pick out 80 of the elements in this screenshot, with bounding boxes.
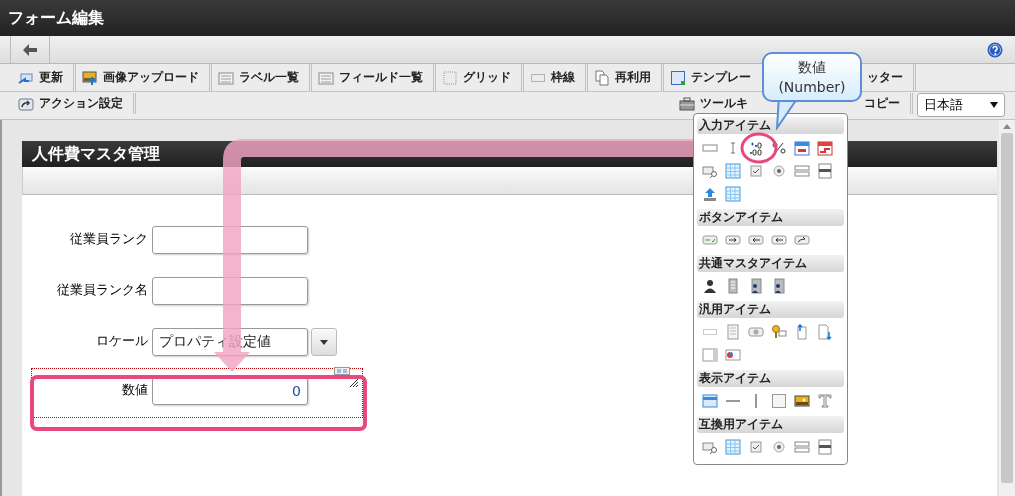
percent-icon <box>771 140 787 156</box>
section-header: 共通マスタアイテム <box>697 255 844 272</box>
selected-field-frame[interactable]: 数値 0 <box>32 369 362 417</box>
magnifier-icon <box>702 439 718 455</box>
key-icon <box>771 324 787 340</box>
building-icon <box>725 278 741 294</box>
section-header: 互換用アイテム <box>697 416 844 433</box>
building-icon <box>748 278 764 294</box>
document-icon <box>725 324 741 340</box>
section-header: ボタンアイテム <box>697 209 844 226</box>
dropdown-arrow-icon <box>320 339 328 345</box>
list-box-icon <box>817 163 833 179</box>
decimal-icon <box>748 140 764 156</box>
section-header: 表示アイテム <box>697 370 844 387</box>
text-tool-icon <box>817 393 833 409</box>
grid-icon <box>442 69 458 86</box>
image-icon <box>794 393 810 409</box>
table-icon <box>725 186 741 202</box>
toolbar-button[interactable]: ツールキ <box>673 93 758 114</box>
left-arrow-icon <box>23 43 37 56</box>
toolbar-button[interactable]: アクション設定 <box>12 93 136 114</box>
list-icon <box>318 69 334 86</box>
left-arrow-button-icon <box>771 232 787 248</box>
callout-text: (Number) <box>778 78 846 97</box>
pie-chart-card-icon <box>725 347 741 363</box>
field-label: 従業員ランク <box>69 230 149 248</box>
person-icon <box>702 278 718 294</box>
field-label: 従業員ランク名 <box>56 281 149 299</box>
list-icon <box>218 69 234 86</box>
horizontal-line-icon <box>726 400 740 402</box>
table-icon <box>725 439 741 455</box>
blank-box-icon <box>771 393 787 409</box>
gear-icon <box>748 324 764 340</box>
curved-arrow-button-icon <box>794 232 810 248</box>
file-download-icon <box>817 324 833 340</box>
building-icon <box>771 278 787 294</box>
select-list-icon <box>794 439 810 455</box>
back-button[interactable] <box>10 36 50 63</box>
window-title: フォーム編集 <box>8 7 104 29</box>
calendar-icon <box>794 140 810 156</box>
checkbox-icon <box>748 439 764 455</box>
field-label: ロケール <box>95 332 149 350</box>
checkbox-icon <box>748 163 764 179</box>
list-box-icon <box>817 439 833 455</box>
section-header: 入力アイテム <box>697 117 844 134</box>
scrollbar-thumb[interactable] <box>1001 133 1013 483</box>
magnifier-icon <box>702 163 718 179</box>
help-icon[interactable] <box>987 41 1003 58</box>
dropdown-arrow-icon <box>990 102 998 108</box>
heading-bar-icon <box>702 393 718 409</box>
image-upload-icon <box>82 69 98 86</box>
radio-icon <box>771 163 787 179</box>
input-field[interactable]: 0 <box>152 377 308 405</box>
callout-text: 数値 <box>798 58 826 77</box>
table-icon <box>334 367 350 375</box>
left-arrow-button-icon <box>748 232 764 248</box>
field-label: 数値 <box>121 381 149 399</box>
right-arrow-button-icon <box>725 232 741 248</box>
select-list-icon <box>794 163 810 179</box>
vertical-line-icon <box>755 394 757 408</box>
toolbox-icon <box>679 95 695 112</box>
dropdown-button[interactable] <box>311 328 337 356</box>
language-select[interactable]: 日本語 <box>917 93 1005 117</box>
template-icon <box>670 69 686 86</box>
panel-icon <box>702 347 718 363</box>
table-icon <box>725 163 741 179</box>
upload-icon <box>702 186 718 202</box>
copy-icon <box>594 69 610 86</box>
action-icon <box>18 95 34 112</box>
scrollbar[interactable] <box>999 120 1015 496</box>
file-upload-icon <box>794 324 810 340</box>
up-arrow-icon <box>1003 124 1011 129</box>
radio-icon <box>771 439 787 455</box>
section-header: 汎用アイテム <box>697 301 844 318</box>
calendar-icon <box>817 140 833 156</box>
check-button-icon <box>702 232 718 248</box>
form-title: 人件費マスタ管理 <box>32 143 160 165</box>
highlight-circle <box>740 132 778 164</box>
toolbar-button[interactable]: テンプレー <box>664 64 761 91</box>
resize-grip-icon[interactable] <box>350 379 358 387</box>
